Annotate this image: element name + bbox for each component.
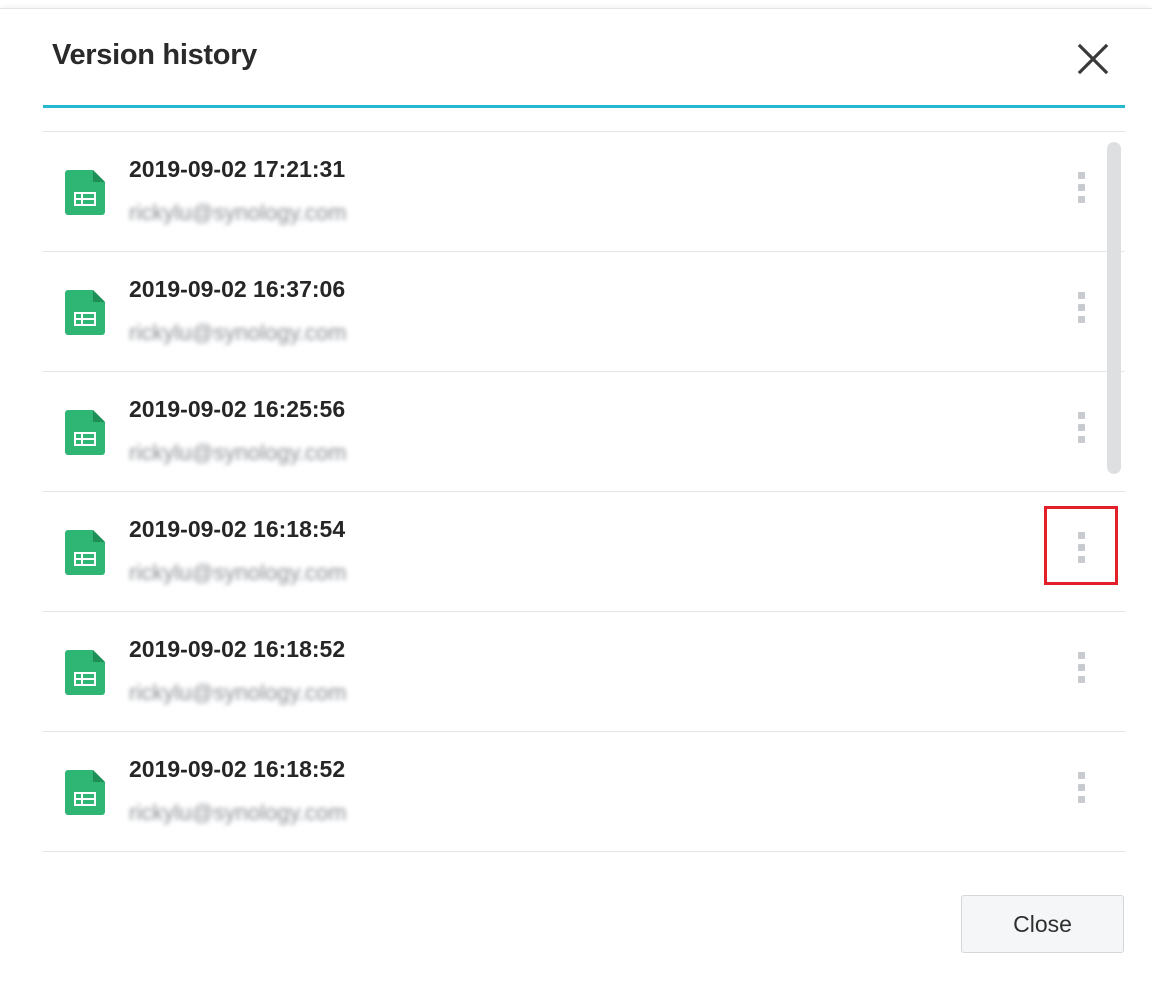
spreadsheet-file-icon xyxy=(65,650,105,695)
more-vertical-icon[interactable] xyxy=(1073,772,1089,816)
version-timestamp: 2019-09-02 16:37:06 xyxy=(129,276,346,302)
version-row[interactable]: 2019-09-02 16:37:06 rickylu@synology.com xyxy=(43,252,1125,372)
dialog-title: Version history xyxy=(52,39,258,71)
version-author: rickylu@synology.com xyxy=(129,440,347,465)
version-history-dialog: Version history 2019-09-02 17:21:31 rick… xyxy=(0,8,1152,990)
spreadsheet-file-icon xyxy=(65,770,105,815)
more-vertical-icon[interactable] xyxy=(1044,506,1118,585)
spreadsheet-file-icon xyxy=(65,530,105,575)
close-icon[interactable] xyxy=(1075,41,1111,77)
more-vertical-icon[interactable] xyxy=(1073,412,1089,456)
spreadsheet-file-icon xyxy=(65,290,105,335)
close-button[interactable]: Close xyxy=(961,895,1124,953)
scrollbar-thumb[interactable] xyxy=(1107,142,1121,474)
version-timestamp: 2019-09-02 16:18:52 xyxy=(129,636,346,662)
version-author: rickylu@synology.com xyxy=(129,800,347,825)
spreadsheet-file-icon xyxy=(65,410,105,455)
dialog-header: Version history xyxy=(43,9,1125,108)
version-row[interactable]: 2019-09-02 16:18:52 rickylu@synology.com xyxy=(43,612,1125,732)
more-vertical-icon[interactable] xyxy=(1073,652,1089,696)
spreadsheet-file-icon xyxy=(65,170,105,215)
version-author: rickylu@synology.com xyxy=(129,680,347,705)
version-timestamp: 2019-09-02 16:18:54 xyxy=(129,516,346,542)
version-author: rickylu@synology.com xyxy=(129,560,347,585)
version-timestamp: 2019-09-02 16:18:52 xyxy=(129,756,346,782)
version-author: rickylu@synology.com xyxy=(129,320,347,345)
more-vertical-icon[interactable] xyxy=(1073,292,1089,336)
version-list: 2019-09-02 17:21:31 rickylu@synology.com… xyxy=(43,131,1125,854)
version-timestamp: 2019-09-02 17:21:31 xyxy=(129,156,346,182)
version-timestamp: 2019-09-02 16:25:56 xyxy=(129,396,346,422)
version-row[interactable]: 2019-09-02 17:21:31 rickylu@synology.com xyxy=(43,132,1125,252)
version-row[interactable]: 2019-09-02 16:18:52 rickylu@synology.com xyxy=(43,732,1125,852)
version-row[interactable]: 2019-09-02 16:25:56 rickylu@synology.com xyxy=(43,372,1125,492)
version-author: rickylu@synology.com xyxy=(129,200,347,225)
version-row[interactable]: 2019-09-02 16:18:54 rickylu@synology.com xyxy=(43,492,1125,612)
more-vertical-icon[interactable] xyxy=(1073,172,1089,216)
